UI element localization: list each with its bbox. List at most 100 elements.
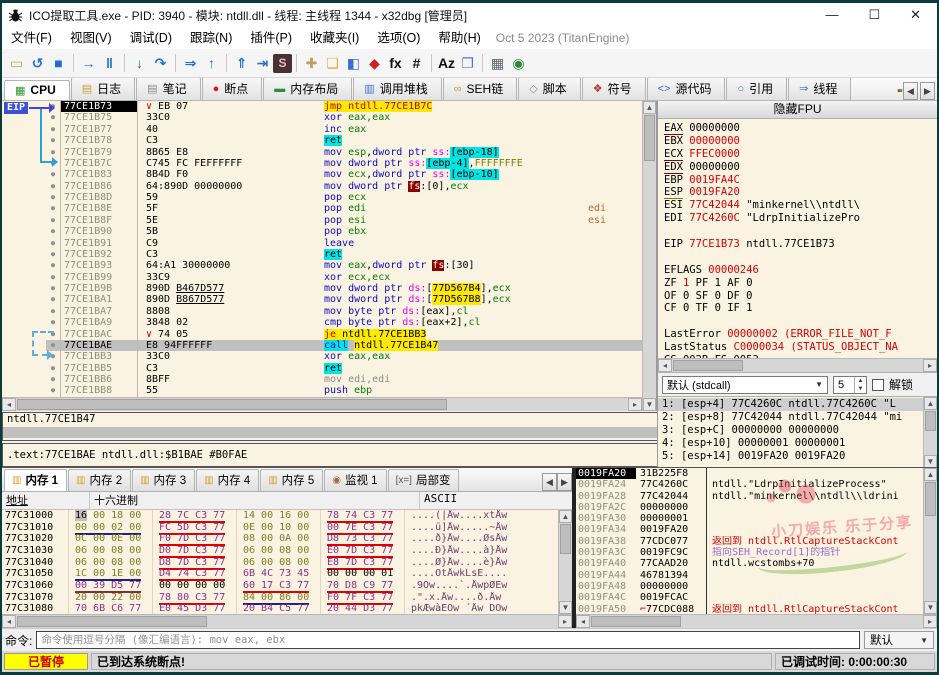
handles-icon[interactable]: ▪▪ xyxy=(897,85,903,97)
stack-row[interactable]: 0019FA20 31B225F8 xyxy=(576,468,923,480)
tab-引用[interactable]: ○ 引用 xyxy=(726,78,788,100)
dump-header-address[interactable]: 地址 xyxy=(2,492,90,509)
bookmarks-button[interactable]: ◆ xyxy=(364,53,385,74)
pause-button[interactable]: ‖ xyxy=(99,53,120,74)
register-row[interactable]: LastStatus C0000034 (STATUS_OBJECT_NA xyxy=(664,341,937,354)
comments-button[interactable]: ❏ xyxy=(322,53,343,74)
register-row[interactable]: EBP 0019FA4C xyxy=(664,174,937,187)
close-button[interactable]: ✕ xyxy=(910,5,921,25)
argument-row[interactable]: 3: [esp+C] 00000000 00000000 xyxy=(658,424,923,437)
tab-SEH链[interactable]: ∞ SEH链 xyxy=(442,78,518,100)
disasm-row[interactable]: ● 77CE1B90 5B pop ebx xyxy=(2,226,642,238)
hash-button[interactable]: # xyxy=(406,53,427,74)
command-input[interactable] xyxy=(36,631,860,649)
disasm-row[interactable]: ● 77CE1B93 64:A1 30000000 mov eax,dword ptr… xyxy=(2,260,642,272)
argument-row[interactable]: 1: [esp+4] 77C4260C ntdll.77C4260C "L xyxy=(658,398,923,411)
dump-header-ascii[interactable]: ASCII xyxy=(420,492,572,509)
argument-row[interactable]: 5: [esp+14] 0019FA20 0019FA20 xyxy=(658,450,923,463)
menu-item[interactable]: 视图(V) xyxy=(61,31,121,45)
stack-row[interactable]: 0019FA3C 0019FC9C 指向SEH_Record[1]的指针 xyxy=(576,547,923,559)
arguments-vscrollbar[interactable]: ▲ ▼ xyxy=(923,397,937,468)
disasm-row[interactable]: ● 77CE1BB3 33C0 xor eax,eax xyxy=(2,351,642,363)
disasm-row[interactable]: ● 77CE1BA7 8808 mov byte ptr ds:[eax],cl xyxy=(2,305,642,318)
register-row[interactable]: ZF 1 PF 1 AF 0 xyxy=(664,277,937,290)
disasm-row[interactable]: ● 77CE1B78 C3 ret xyxy=(2,135,642,147)
register-row[interactable]: EDX 00000000 xyxy=(664,160,937,174)
disasm-row[interactable]: ● 77CE1B79 8B65 E8 mov esp,dword ptr ss:[eb… xyxy=(2,146,642,158)
open-file-button[interactable]: ▭ xyxy=(6,53,27,74)
unlock-checkbox[interactable] xyxy=(872,378,884,391)
register-row[interactable]: CF 0 TF 0 IF 1 xyxy=(664,302,937,315)
disasm-vscrollbar[interactable]: ▲ ▼ xyxy=(642,101,656,411)
menu-item[interactable]: 文件(F) xyxy=(2,31,61,45)
tab-符号[interactable]: ❖ 符号 xyxy=(581,78,646,100)
dump-row[interactable]: 77C31080 70 6B C6 77 E0 45 D3 77 20 B4 C5 7… xyxy=(2,603,558,614)
stack-row[interactable]: 0019FA48 00000000 xyxy=(576,580,923,593)
dump-tab-内存 2[interactable]: ▥ 内存 2 xyxy=(68,469,132,491)
disasm-row[interactable]: ● 77CE1B8E 5F pop edi edi xyxy=(2,203,642,215)
disasm-row[interactable]: ● 77CE1B92 C3 ret xyxy=(2,248,642,261)
dump-row[interactable]: 77C31060 00 39 D5 77 00 00 00 00 60 17 C3 7… xyxy=(2,579,558,593)
tab-笔记[interactable]: ▤ 笔记 xyxy=(136,78,201,100)
register-row[interactable] xyxy=(664,315,937,328)
stack-row[interactable]: 0019FA44 46781394 xyxy=(576,569,923,581)
menu-item[interactable]: 插件(P) xyxy=(241,31,301,45)
stack-row[interactable]: 0019FA2C 00000000 xyxy=(576,501,923,514)
disasm-row[interactable]: ● 77CE1B77 40 inc eax xyxy=(2,123,642,136)
breakpoint-dot[interactable]: ● xyxy=(46,385,60,396)
menu-item[interactable]: 收藏夹(I) xyxy=(301,31,368,45)
stack-row[interactable]: 0019FA4C 0019FCAC xyxy=(576,592,923,604)
step-out-button[interactable]: ↑ xyxy=(201,53,222,74)
run-to-user-code-button[interactable]: ⇥ xyxy=(252,53,273,74)
breakpoint-dot[interactable]: ● xyxy=(46,272,60,283)
dump-tab-内存 5[interactable]: ▥ 内存 5 xyxy=(260,469,324,491)
disasm-row[interactable]: ● 77CE1B73 ∨ EB 07 jmp ntdll.77CE1B7C xyxy=(2,101,642,113)
dump-tab-scroll-left-button[interactable]: ◀ xyxy=(542,473,557,491)
calculator-button[interactable]: ▦ xyxy=(487,53,508,74)
minimize-button[interactable]: — xyxy=(825,5,838,25)
menu-item[interactable]: 帮助(H) xyxy=(429,31,489,45)
restart-button[interactable]: ↺ xyxy=(27,53,48,74)
breakpoint-dot[interactable]: ● xyxy=(46,363,60,374)
breakpoint-dot[interactable]: ● xyxy=(46,294,60,305)
execute-till-return-button[interactable]: ⇑ xyxy=(231,53,252,74)
scylla-button[interactable]: S xyxy=(273,53,292,73)
run-to-selection-button[interactable]: ⇒ xyxy=(180,53,201,74)
breakpoint-dot[interactable]: ● xyxy=(46,374,60,385)
disasm-row[interactable]: ● 77CE1B7C C745 FC FEFFFFFF mov dword ptr s… xyxy=(2,157,642,170)
register-row[interactable]: ESP 0019FA20 xyxy=(664,186,937,200)
breakpoint-dot[interactable]: ● xyxy=(46,112,60,123)
font-button[interactable]: Az xyxy=(436,53,457,74)
tab-线程[interactable]: ⇒ 线程 xyxy=(788,78,852,100)
disasm-row[interactable]: ● 77CE1BAE E8 94FFFFFF call ntdll.77CE1B47 xyxy=(2,339,642,352)
arg-count-spinner[interactable]: 5 ▲ ▼ xyxy=(833,375,867,394)
breakpoint-dot[interactable]: ● xyxy=(46,169,60,180)
dump-row[interactable]: 77C31030 06 00 08 00 D0 7D C3 77 06 00 08 0… xyxy=(2,544,558,558)
register-row[interactable]: EIP 77CE1B73 ntdll.77CE1B73 xyxy=(664,238,937,251)
disasm-row[interactable]: ● 77CE1BB8 55 push ebp xyxy=(2,385,642,397)
dump-header-hex[interactable]: 十六进制 xyxy=(90,492,420,509)
dump-tab-内存 1[interactable]: ▥ 内存 1 xyxy=(4,469,68,491)
tab-源代码[interactable]: <> 源代码 xyxy=(646,78,726,100)
stack-row[interactable]: 0019FA40 77CAAD20 ntdll.wcstombs+70 xyxy=(576,558,923,570)
dump-row[interactable]: 77C31020 0C 00 0E 00 F0 7D C3 77 08 00 0A 0… xyxy=(2,533,558,547)
register-row[interactable]: EBX 00000000 xyxy=(664,135,937,148)
functions-button[interactable]: fx xyxy=(385,53,406,74)
hide-fpu-button[interactable]: 隐藏FPU xyxy=(658,101,937,119)
tab-调用堆栈[interactable]: ▥ 调用堆栈 xyxy=(353,78,442,100)
registers-hscrollbar[interactable]: ◂ ▸ xyxy=(658,358,937,372)
labels-button[interactable]: ◧ xyxy=(343,53,364,74)
breakpoint-dot[interactable]: ● xyxy=(46,226,60,237)
stack-hscrollbar[interactable]: ◂ ▸ xyxy=(576,614,937,628)
dump-hscrollbar[interactable]: ◂ ▸ xyxy=(2,614,572,628)
argument-row[interactable]: 2: [esp+8] 77C42044 ntdll.77C42044 "mi xyxy=(658,411,923,424)
disasm-row[interactable]: ● 77CE1B75 33C0 xor eax,eax xyxy=(2,112,642,124)
disasm-row[interactable]: ● 77CE1B91 C9 leave xyxy=(2,237,642,249)
dump-row[interactable]: 77C31070 20 00 22 00 78 80 C3 77 84 00 86 0… xyxy=(2,591,558,605)
disasm-row[interactable]: ● 77CE1BB5 C3 ret xyxy=(2,362,642,374)
tab-CPU[interactable]: ▦ CPU xyxy=(4,80,70,100)
stop-debug-button[interactable]: ■ xyxy=(48,53,69,74)
register-row[interactable]: OF 0 SF 0 DF 0 xyxy=(664,290,937,303)
register-row[interactable]: LastError 00000002 (ERROR_FILE_NOT_F xyxy=(664,328,937,341)
breakpoint-dot[interactable]: ● xyxy=(46,181,60,192)
